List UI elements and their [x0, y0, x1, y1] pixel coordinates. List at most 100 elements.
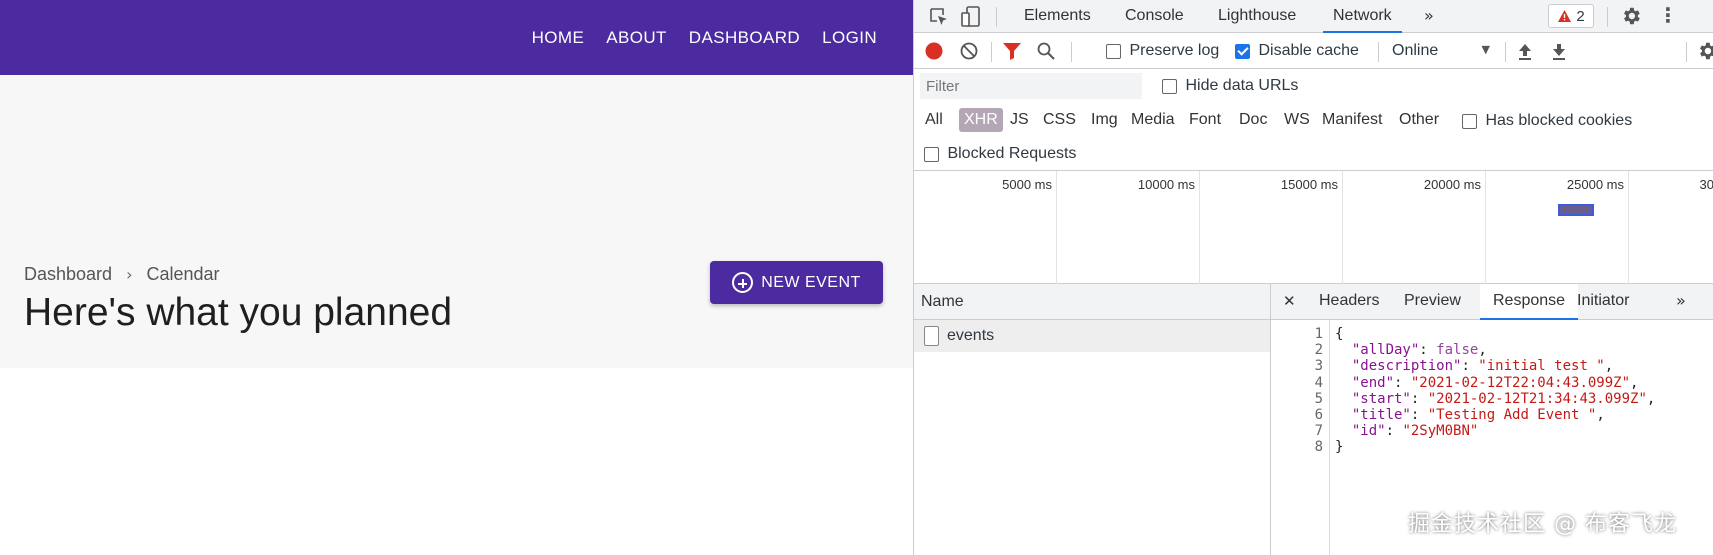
nav-login[interactable]: LOGIN [822, 28, 877, 48]
disable-cache-label: Disable cache [1258, 42, 1359, 59]
new-event-label: NEW EVENT [761, 273, 861, 291]
type-doc[interactable]: Doc [1236, 108, 1270, 132]
type-ws[interactable]: WS [1281, 108, 1313, 132]
blocked-requests-label: Blocked Requests [947, 145, 1077, 162]
detail-tab-bar: ✕ Headers Preview Response Initiator » [1271, 284, 1713, 320]
line-number: 6 [1314, 407, 1323, 423]
preserve-log-checkbox[interactable] [1106, 43, 1121, 59]
record-icon[interactable] [924, 41, 944, 61]
tab-elements[interactable]: Elements [1024, 0, 1091, 33]
type-all[interactable]: All [922, 108, 946, 132]
tab-lighthouse[interactable]: Lighthouse [1218, 0, 1296, 33]
has-blocked-cookies-toggle[interactable]: Has blocked cookies [1462, 112, 1632, 130]
code-line: "id": "2SyM0BN" [1351, 423, 1479, 440]
chevron-right-icon: › [126, 265, 133, 284]
type-img[interactable]: Img [1088, 108, 1121, 132]
code-line: "allDay": false, [1351, 342, 1487, 359]
settings-gear-icon[interactable] [1620, 5, 1642, 27]
search-icon[interactable] [1036, 41, 1056, 61]
code-line: "end": "2021-02-12T22:04:43.099Z", [1351, 374, 1639, 391]
page-title: Here's what you planned [24, 291, 453, 334]
json-key: "start" [1351, 390, 1411, 407]
json-value: "2SyM0BN" [1402, 423, 1479, 440]
tab-network[interactable]: Network [1323, 0, 1402, 33]
nav-about[interactable]: ABOUT [606, 28, 667, 48]
code-line: { [1335, 326, 1344, 342]
filter-input[interactable] [920, 73, 1142, 99]
json-key: "description" [1351, 358, 1462, 375]
line-number: 7 [1314, 423, 1323, 440]
tab-preview[interactable]: Preview [1404, 284, 1461, 320]
warning-count: 2 [1576, 7, 1585, 25]
network-settings-icon[interactable] [1696, 40, 1713, 62]
line-number: 2 [1314, 342, 1323, 359]
blocked-requests-toggle[interactable]: Blocked Requests [924, 145, 1076, 163]
type-manifest[interactable]: Manifest [1319, 108, 1385, 132]
export-har-icon[interactable] [1550, 41, 1568, 61]
disable-cache-toggle[interactable]: Disable cache [1235, 42, 1359, 60]
clear-icon[interactable] [959, 41, 979, 61]
type-css[interactable]: CSS [1040, 108, 1079, 132]
json-key: "title" [1351, 407, 1411, 423]
add-circle-icon [732, 272, 754, 293]
hide-data-urls-checkbox[interactable] [1162, 78, 1177, 94]
json-key: "end" [1351, 374, 1395, 391]
toolbar-divider [996, 7, 997, 27]
more-tabs-icon[interactable]: » [1424, 0, 1434, 33]
line-number: 4 [1314, 374, 1323, 391]
type-js[interactable]: JS [1007, 108, 1032, 132]
inspect-element-icon[interactable] [928, 6, 950, 28]
more-options-icon[interactable]: ⋮ [1658, 3, 1678, 27]
new-event-button[interactable]: NEW EVENT [710, 261, 883, 304]
json-value: false [1436, 342, 1479, 359]
tab-headers[interactable]: Headers [1319, 284, 1379, 320]
close-icon[interactable]: ✕ [1283, 284, 1296, 320]
line-number: 8 [1314, 439, 1323, 456]
toolbar-divider [1071, 42, 1072, 62]
dropdown-arrow-icon: ▼ [1481, 43, 1490, 56]
timeline-label: 25000 ms [1566, 177, 1624, 192]
json-value: "2021-02-12T21:34:43.099Z" [1427, 390, 1647, 407]
blocked-requests-checkbox[interactable] [924, 146, 939, 162]
tab-console[interactable]: Console [1125, 0, 1184, 33]
hide-data-urls-toggle[interactable]: Hide data URLs [1162, 77, 1298, 95]
page-header: Dashboard › Calendar Here's what you pla… [0, 75, 913, 368]
type-font[interactable]: Font [1186, 108, 1224, 132]
preserve-log-toggle[interactable]: Preserve log [1106, 42, 1219, 60]
type-other[interactable]: Other [1396, 108, 1442, 132]
json-value: "Testing Add Event " [1427, 407, 1597, 423]
nav-dashboard[interactable]: DASHBOARD [689, 28, 800, 48]
line-number: 5 [1314, 390, 1323, 407]
toolbar-divider [1686, 42, 1687, 62]
breadcrumb-dashboard[interactable]: Dashboard [24, 264, 112, 285]
disable-cache-checkbox[interactable] [1235, 43, 1250, 59]
request-name: events [947, 327, 995, 344]
warning-badge[interactable]: 2 [1548, 4, 1594, 28]
timeline-label: 5000 ms [1002, 177, 1052, 192]
top-nav: HOME ABOUT DASHBOARD LOGIN [532, 0, 877, 75]
device-toolbar-icon[interactable] [960, 5, 982, 29]
has-blocked-cookies-checkbox[interactable] [1462, 113, 1477, 129]
throttling-select[interactable]: Online ▼ [1392, 42, 1490, 60]
devtools-tab-bar: Elements Console Lighthouse Network » 2 … [914, 0, 1713, 33]
more-tabs-icon[interactable]: » [1676, 284, 1686, 320]
request-row[interactable]: events [914, 320, 1270, 352]
type-xhr[interactable]: XHR [959, 108, 1003, 132]
line-number-gutter: 12345678 [1271, 320, 1330, 555]
type-media[interactable]: Media [1128, 108, 1178, 132]
nav-home[interactable]: HOME [532, 28, 585, 48]
request-list: Name events [914, 284, 1271, 555]
filter-funnel-icon[interactable] [1001, 41, 1023, 61]
hide-data-urls-label: Hide data URLs [1185, 77, 1299, 94]
code-line: "description": "initial test ", [1351, 358, 1614, 375]
name-column-header[interactable]: Name [914, 284, 1270, 320]
line-number: 3 [1314, 358, 1323, 375]
tab-response[interactable]: Response [1480, 284, 1579, 320]
json-value: "initial test " [1478, 358, 1605, 375]
toolbar-divider [1378, 42, 1379, 62]
network-timeline-overview[interactable]: 5000 ms 10000 ms 15000 ms 20000 ms 25000… [914, 171, 1713, 284]
breadcrumb-calendar: Calendar [146, 264, 220, 284]
tab-initiator[interactable]: Initiator [1577, 284, 1629, 320]
network-toolbar: Preserve log Disable cache Online ▼ [914, 33, 1713, 69]
import-har-icon[interactable] [1516, 41, 1534, 61]
